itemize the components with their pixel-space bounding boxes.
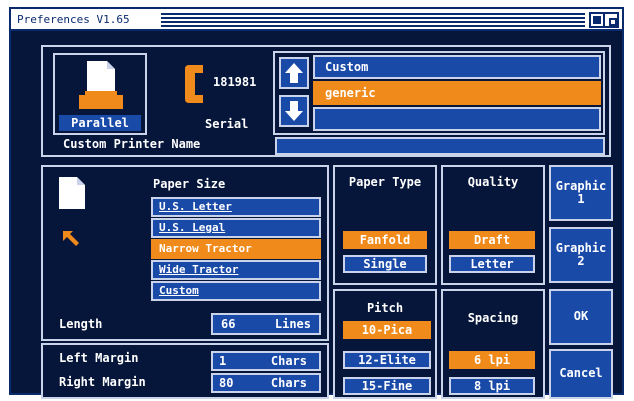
serial-number: 181981: [213, 75, 257, 89]
printer-list-item-selected[interactable]: generic: [313, 81, 601, 105]
paper-size-panel: Paper Size U.S. Letter U.S. Legal Narrow…: [41, 165, 329, 341]
pitch-panel: Pitch 10-Pica 12-Elite 15-Fine: [333, 289, 437, 399]
arrow-up-icon: [285, 63, 303, 83]
spacing-panel: Spacing 6 lpi 8 lpi: [441, 289, 545, 399]
window-title: Preferences V1.65: [14, 12, 133, 27]
graphic-2-button[interactable]: Graphic 2: [549, 227, 613, 283]
pitch-fine-button[interactable]: 15-Fine: [343, 377, 431, 395]
paper-size-list[interactable]: U.S. Letter U.S. Legal Narrow Tractor Wi…: [151, 197, 321, 302]
right-margin-value: 80: [219, 376, 234, 390]
length-unit: Lines: [274, 317, 311, 331]
title-bar[interactable]: Preferences V1.65: [11, 9, 622, 31]
depth-front-icon[interactable]: [603, 12, 619, 28]
scroll-up-button[interactable]: [279, 57, 309, 89]
printer-list-item[interactable]: Custom: [313, 55, 601, 79]
left-margin-label: Left Margin: [59, 351, 139, 365]
right-margin-unit: Chars: [270, 376, 307, 390]
paper-type-fanfold-button[interactable]: Fanfold: [343, 231, 427, 249]
graphic-1-button[interactable]: Graphic 1: [549, 165, 613, 221]
cancel-button[interactable]: Cancel: [549, 349, 613, 399]
scroll-down-button[interactable]: [279, 95, 309, 127]
right-margin-field[interactable]: 80 Chars: [211, 373, 321, 393]
paper-size-item[interactable]: Wide Tractor: [151, 260, 321, 280]
length-field[interactable]: 66 Lines: [211, 313, 321, 335]
parallel-port-option[interactable]: Parallel: [53, 53, 147, 135]
spacing-8lpi-button[interactable]: 8 lpi: [449, 377, 535, 395]
custom-printer-name-label: Custom Printer Name: [63, 137, 201, 151]
spacing-title: Spacing: [467, 311, 519, 325]
pitch-title: Pitch: [366, 301, 404, 315]
serial-port-option[interactable]: 181981 Serial: [161, 55, 281, 135]
printer-port-panel: Parallel 181981 Serial Custom Printer Na…: [41, 45, 611, 157]
left-margin-field[interactable]: 1 Chars: [211, 351, 321, 371]
printer-icon: [79, 61, 123, 109]
spacing-6lpi-button[interactable]: 6 lpi: [449, 351, 535, 369]
pitch-pica-button[interactable]: 10-Pica: [343, 321, 431, 339]
printer-list-frame: Custom generic: [273, 51, 605, 135]
printer-driver-list[interactable]: Custom generic: [313, 55, 601, 131]
right-margin-label: Right Margin: [59, 375, 146, 389]
left-margin-value: 1: [219, 354, 227, 368]
length-label: Length: [59, 317, 103, 331]
paper-type-panel: Paper Type Fanfold Single: [333, 165, 437, 285]
custom-printer-name-field[interactable]: [275, 137, 605, 155]
paper-size-item-selected[interactable]: Narrow Tractor: [151, 239, 321, 259]
paper-type-single-button[interactable]: Single: [343, 255, 427, 273]
arrow-down-icon: [285, 101, 303, 121]
paper-size-item[interactable]: Custom: [151, 281, 321, 301]
quality-title: Quality: [467, 175, 519, 189]
paper-icon: [59, 177, 85, 209]
paper-size-title: Paper Size: [153, 177, 226, 191]
resize-arrow-icon: [63, 231, 79, 246]
paper-type-title: Paper Type: [348, 175, 422, 189]
printer-list-item[interactable]: [313, 107, 601, 131]
phone-icon: [185, 65, 203, 103]
margins-panel: Left Margin 1 Chars Right Margin 80 Char…: [41, 343, 329, 399]
serial-label: Serial: [205, 117, 249, 131]
quality-panel: Quality Draft Letter: [441, 165, 545, 285]
pitch-elite-button[interactable]: 12-Elite: [343, 351, 431, 369]
quality-letter-button[interactable]: Letter: [449, 255, 535, 273]
parallel-label: Parallel: [59, 115, 141, 131]
preferences-window: Preferences V1.65 Parallel 181981 Serial: [9, 7, 624, 399]
paper-size-item[interactable]: U.S. Legal: [151, 218, 321, 238]
quality-draft-button[interactable]: Draft: [449, 231, 535, 249]
title-bar-stripes: [161, 13, 585, 27]
ok-button[interactable]: OK: [549, 289, 613, 345]
length-value: 66: [221, 317, 236, 331]
left-margin-unit: Chars: [270, 354, 307, 368]
paper-size-item[interactable]: U.S. Letter: [151, 197, 321, 217]
